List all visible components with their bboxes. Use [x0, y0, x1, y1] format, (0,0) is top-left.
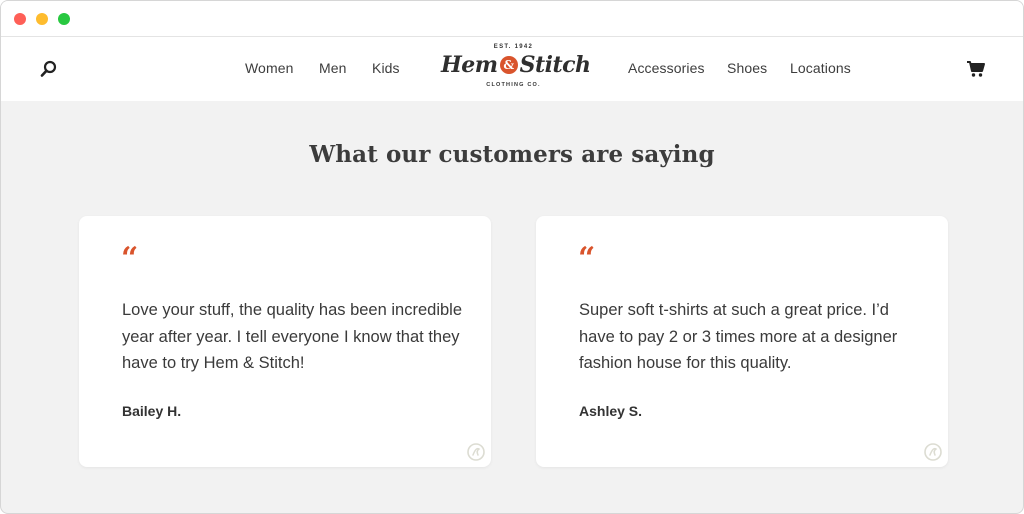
testimonial-card: “ Love your stuff, the quality has been … [79, 216, 491, 467]
close-window-button[interactable] [14, 13, 26, 25]
site-header: Women Men Kids EST. 1942 Hem & Stitch CLOT… [1, 37, 1023, 101]
testimonial-author: Ashley S. [579, 403, 643, 419]
logo-established: EST. 1942 [493, 44, 534, 50]
maximize-window-button[interactable] [58, 13, 70, 25]
nav-link-men[interactable]: Men [319, 60, 347, 76]
nav-link-women[interactable]: Women [245, 60, 293, 76]
logo-ampersand-badge: & [499, 56, 518, 74]
window-titlebar [1, 1, 1023, 37]
search-icon[interactable] [39, 59, 59, 79]
cart-icon[interactable] [966, 59, 986, 79]
testimonial-card: “ Super soft t-shirts at such a great pr… [536, 216, 948, 467]
quote-icon: “ [578, 241, 596, 276]
testimonial-text: Super soft t-shirts at such a great pric… [579, 301, 898, 372]
logo-name-part1: Hem [441, 52, 498, 78]
quote-icon: “ [121, 241, 139, 276]
testimonial-text: Love your stuff, the quality has been in… [122, 301, 462, 372]
brand-logo[interactable]: EST. 1942 Hem & Stitch CLOTHING CO. [441, 44, 591, 96]
nav-link-accessories[interactable]: Accessories [628, 60, 705, 76]
browser-window: Women Men Kids EST. 1942 Hem & Stitch CLOT… [0, 0, 1024, 514]
testimonials-heading: What our customers are saying [309, 141, 715, 168]
logo-tagline: CLOTHING CO. [486, 82, 541, 88]
watermark-icon [924, 443, 942, 461]
nav-link-locations[interactable]: Locations [790, 60, 851, 76]
logo-wordmark: Hem & Stitch [441, 52, 591, 78]
watermark-icon [467, 443, 485, 461]
testimonial-author: Bailey H. [122, 403, 182, 419]
minimize-window-button[interactable] [36, 13, 48, 25]
logo-name-part2: Stitch [519, 52, 591, 78]
nav-link-kids[interactable]: Kids [372, 60, 400, 76]
nav-link-shoes[interactable]: Shoes [727, 60, 767, 76]
